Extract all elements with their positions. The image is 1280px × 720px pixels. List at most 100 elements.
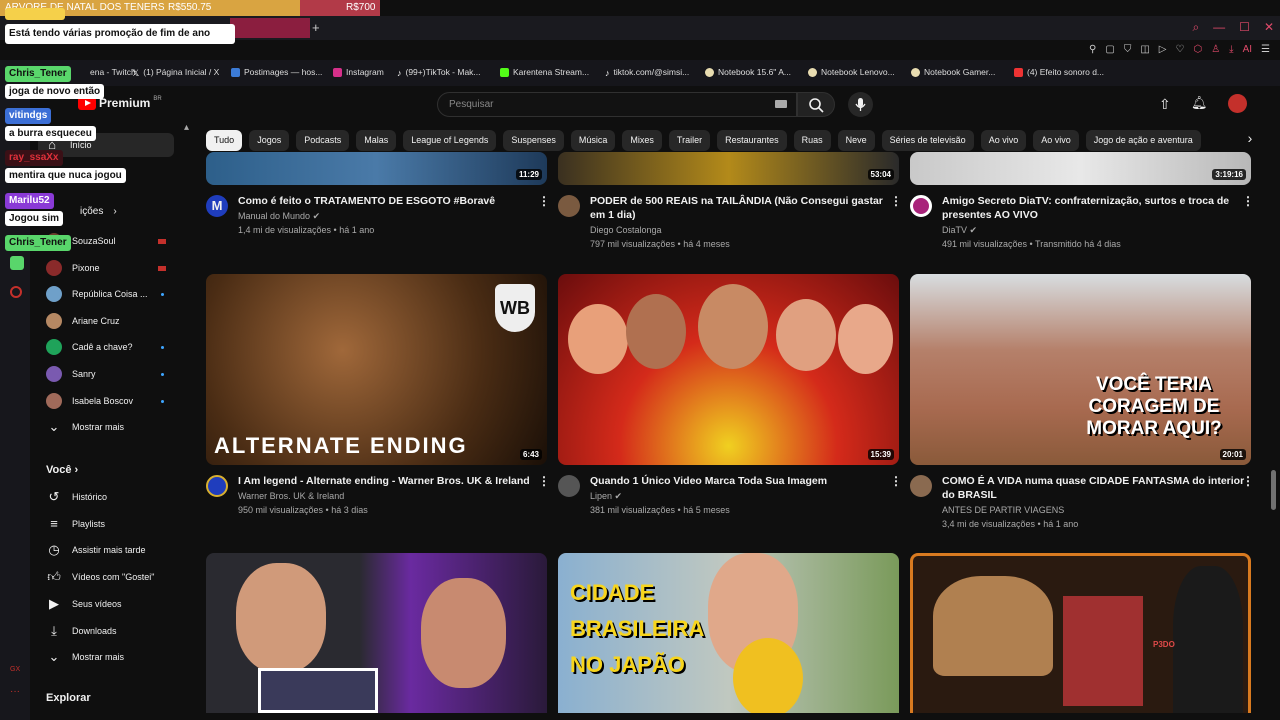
sidebar-item-sub[interactable]: Ariane Cruz [46, 313, 196, 329]
video-title[interactable]: PODER de 500 REAIS na TAILÂNDIA (Não Con… [590, 194, 883, 222]
sidebar-subscriptions[interactable]: ições › [46, 206, 196, 217]
bookmark[interactable]: Postimages — hos... [231, 67, 322, 77]
channel-name[interactable]: DiaTV ✔ [942, 223, 977, 237]
chip[interactable]: Tudo [206, 130, 243, 151]
box-icon[interactable]: ◫ [1140, 44, 1149, 55]
chevron-right-icon[interactable]: › [1240, 130, 1260, 152]
chip[interactable]: Neve [837, 130, 875, 151]
channel-name[interactable]: ANTES DE PARTIR VIAGENS [942, 503, 1064, 517]
new-tab-button[interactable]: + [312, 20, 320, 35]
show-more-button[interactable]: ⌄ Mostrar mais [46, 649, 196, 665]
channel-avatar[interactable] [558, 195, 580, 217]
channel-avatar[interactable] [910, 475, 932, 497]
video-thumbnail[interactable]: P3DO [910, 553, 1251, 713]
channel-avatar[interactable] [206, 475, 228, 497]
video-title[interactable]: Quando 1 Único Video Marca Toda Sua Imag… [590, 474, 827, 488]
search-button[interactable] [797, 92, 835, 117]
sidebar-item-downloads[interactable]: ⤓ Downloads [46, 623, 196, 639]
sidebar-item-sub[interactable]: República Coisa ... [46, 286, 196, 302]
notifications-icon[interactable]: 🔔︎ [1191, 95, 1208, 111]
browser-tab[interactable] [230, 18, 310, 38]
sidebar-item-sub[interactable]: Cadê a chave? [46, 339, 196, 355]
video-thumbnail[interactable]: CIDADE BRASILEIRA NO JAPÃO [558, 553, 899, 713]
bookmark[interactable]: (4) Efeito sonoro d... [1014, 67, 1104, 77]
channel-name[interactable]: Manual do Mundo ✔ [238, 209, 320, 223]
chip[interactable]: Podcasts [296, 130, 350, 151]
sidebar-item-playlists[interactable]: ≡ Playlists [46, 516, 196, 532]
video-title[interactable]: Como é feito o TRATAMENTO DE ESGOTO #Bor… [238, 194, 495, 208]
pin-icon[interactable]: ⚲ [1089, 44, 1096, 55]
bookmark[interactable]: Karentena Stream... [500, 67, 589, 77]
search-input[interactable]: Pesquisar [437, 92, 797, 117]
voice-search-button[interactable] [848, 92, 873, 117]
profile-icon[interactable]: ♙ [1211, 44, 1220, 55]
bookmark[interactable]: Instagram [333, 67, 384, 77]
chip[interactable]: Mixes [622, 130, 662, 151]
bookmark[interactable]: ena - Twitch [90, 67, 136, 77]
menu-icon[interactable]: ☰ [1261, 44, 1270, 55]
video-thumbnail[interactable]: 53:04 [558, 152, 899, 185]
play-icon[interactable]: ▷ [1159, 44, 1167, 55]
channel-name[interactable]: Lipen ✔ [590, 489, 622, 503]
maximize-icon[interactable]: ☐ [1239, 20, 1250, 35]
more-options-icon[interactable]: ⋮ [1242, 194, 1254, 208]
channel-name[interactable]: Warner Bros. UK & Ireland [238, 489, 344, 503]
video-thumbnail[interactable]: 11:29 [206, 152, 547, 185]
extension-icon[interactable]: ⬡ [1193, 44, 1202, 55]
channel-name[interactable]: Diego Costalonga [590, 223, 662, 237]
channel-avatar[interactable] [910, 195, 932, 217]
more-options-icon[interactable]: ⋮ [538, 194, 550, 208]
video-thumbnail[interactable] [206, 553, 547, 713]
chip[interactable]: Ao vivo [980, 130, 1027, 151]
shield-icon[interactable]: ⛉ [1124, 44, 1132, 55]
avatar[interactable] [1228, 94, 1247, 113]
more-options-icon[interactable]: ⋮ [538, 474, 550, 488]
sidebar-item-your-videos[interactable]: ▶ Seus vídeos [46, 596, 196, 612]
sidebar-item-history[interactable]: ↺ Histórico [46, 489, 196, 505]
heart-icon[interactable]: ♡ [1175, 44, 1184, 55]
upload-icon[interactable]: ⇧ [1159, 96, 1171, 113]
sidebar-scroll-up[interactable]: ▴ [184, 122, 189, 133]
sidebar-item-sub[interactable]: Isabela Boscov [46, 393, 196, 409]
show-more-button[interactable]: ⌄ Mostrar mais [46, 419, 196, 435]
video-title[interactable]: Amigo Secreto DiaTV: confraternização, s… [942, 194, 1229, 222]
sidebar-item-liked[interactable]: 👍︎ Vídeos com "Gostei" [46, 569, 196, 585]
chip[interactable]: Séries de televisão [881, 130, 974, 151]
more-options-icon[interactable]: ⋮ [890, 194, 902, 208]
page-scrollbar[interactable] [1271, 470, 1276, 510]
video-thumbnail[interactable]: 15:39 [558, 274, 899, 465]
video-title[interactable]: COMO É A VIDA numa quase CIDADE FANTASMA… [942, 474, 1244, 502]
chip[interactable]: Ruas [793, 130, 831, 151]
bookmark[interactable]: Notebook 15.6" A... [705, 67, 791, 77]
gx-icon[interactable]: GX [10, 666, 20, 673]
bookmark[interactable]: Notebook Lenovo... [808, 67, 895, 77]
bookmark[interactable]: 𝕏 (1) Página Inicial / X [132, 67, 219, 78]
download-icon[interactable]: ⤓ [1229, 44, 1233, 55]
chip[interactable]: Restaurantes [717, 130, 787, 151]
sidebar-item-sub[interactable]: Pixone [46, 260, 196, 276]
chip[interactable]: Suspenses [503, 130, 564, 151]
chip[interactable]: League of Legends [403, 130, 497, 151]
minimize-icon[interactable]: — [1213, 20, 1225, 35]
channel-avatar[interactable] [558, 475, 580, 497]
video-thumbnail[interactable]: 3:19:16 [910, 152, 1251, 185]
bookmark[interactable]: ♪ tiktok.com/@simsi... [605, 67, 689, 78]
more-icon[interactable]: ··· [10, 686, 20, 697]
sidebar-item-sub[interactable]: Sanry [46, 366, 196, 382]
search-icon[interactable]: ⌕ [1192, 20, 1199, 35]
close-icon[interactable]: ✕ [1264, 20, 1274, 35]
sidebar-explore-heading[interactable]: Explorar [46, 692, 91, 704]
chip[interactable]: Ao vivo [1033, 130, 1079, 151]
chip[interactable]: Jogos [249, 130, 290, 151]
chip[interactable]: Música [570, 130, 616, 151]
bookmark[interactable]: Notebook Gamer... [911, 67, 995, 77]
sidebar-item-watch-later[interactable]: ◷ Assistir mais tarde [46, 542, 196, 558]
record-icon[interactable] [10, 286, 22, 298]
channel-avatar[interactable]: M [206, 195, 228, 217]
video-title[interactable]: I Am legend - Alternate ending - Warner … [238, 474, 530, 488]
more-options-icon[interactable]: ⋮ [1242, 474, 1254, 488]
bookmark[interactable]: ♪ (99+)TikTok - Mak... [397, 67, 481, 78]
snapshot-icon[interactable]: ▢ [1105, 44, 1114, 55]
sidebar-you-heading[interactable]: Você › [46, 464, 78, 476]
chip[interactable]: Jogo de ação e aventura [1085, 130, 1201, 151]
